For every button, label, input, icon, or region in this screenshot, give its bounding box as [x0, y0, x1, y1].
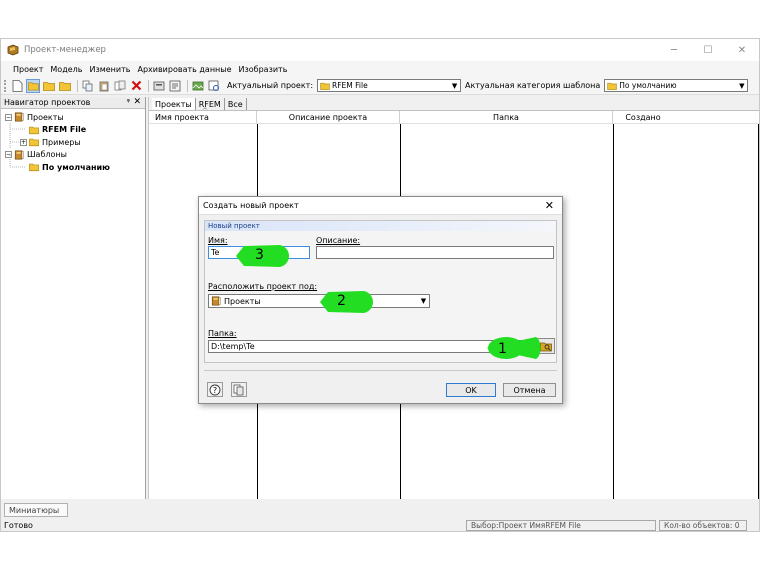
thumbnails-tab[interactable]: Миниатюры — [4, 503, 68, 517]
current-project-combo[interactable]: RFEM File ▼ — [317, 79, 462, 92]
toolbar-grip[interactable] — [4, 79, 7, 92]
project-navigator: Навигатор проектов ᵠ ✕ − Проекты RFEM Fi… — [1, 97, 146, 499]
delete-icon[interactable] — [129, 79, 143, 93]
template-category-value: По умолчанию — [619, 81, 677, 90]
duplicate-icon[interactable] — [113, 79, 127, 93]
title-bar: Проект-менеджер ─ ☐ ✕ — [1, 39, 759, 61]
close-icon[interactable]: ✕ — [133, 97, 141, 107]
tree-item-label: Примеры — [42, 137, 81, 147]
tab-rfem[interactable]: RFEM — [196, 98, 225, 110]
menu-project[interactable]: Проект — [13, 65, 43, 74]
callout-number-3: 3 — [255, 247, 264, 263]
description-label: Описание: — [316, 236, 361, 245]
toolbar: Актуальный проект: RFEM File ▼ Актуальна… — [1, 77, 759, 95]
new-project-icon[interactable] — [26, 78, 40, 93]
help-button[interactable]: ? — [207, 382, 223, 397]
close-window-button[interactable]: ✕ — [725, 39, 759, 61]
tab-projects[interactable]: Проекты — [152, 98, 196, 110]
chevron-down-icon[interactable]: ▼ — [736, 80, 747, 91]
menu-model[interactable]: Модель — [50, 65, 82, 74]
window-title: Проект-менеджер — [24, 45, 106, 55]
menu-bar: Проект Модель Изменить Архивировать данн… — [1, 61, 759, 77]
menu-view[interactable]: Изобразить — [239, 65, 288, 74]
preview-icon[interactable] — [207, 79, 221, 93]
folder-label: Папка: — [208, 329, 237, 338]
column-folder[interactable]: Папка — [400, 111, 613, 123]
details-button[interactable] — [231, 382, 247, 397]
new-file-icon[interactable] — [10, 79, 24, 93]
unarchive-icon[interactable] — [168, 79, 182, 93]
place-under-value: Проекты — [224, 296, 261, 306]
place-under-label: Расположить проект под: — [208, 282, 318, 291]
archive-icon[interactable] — [152, 79, 166, 93]
menu-edit[interactable]: Изменить — [89, 65, 130, 74]
template-category-label: Актуальная категория шаблона — [465, 81, 601, 90]
callout-arrow-2 — [320, 291, 373, 313]
image-icon[interactable] — [191, 79, 205, 93]
template-category-combo[interactable]: По умолчанию ▼ — [604, 79, 749, 92]
column-created[interactable]: Создано — [613, 111, 673, 123]
pin-icon[interactable]: ᵠ — [127, 97, 130, 106]
dialog-separator — [204, 370, 557, 371]
svg-text:?: ? — [213, 386, 217, 395]
tree-lines — [9, 123, 25, 168]
status-bar: Готово Выбор:Проект ИмяRFEM File Кол-во … — [1, 519, 759, 531]
maximize-button[interactable]: ☐ — [691, 39, 725, 61]
callout-number-2: 2 — [337, 293, 346, 309]
tab-strip: Проекты RFEM Все — [149, 97, 759, 111]
folder-icon — [320, 82, 330, 90]
menu-archive[interactable]: Архивировать данные — [137, 65, 231, 74]
copy-icon[interactable] — [81, 79, 95, 93]
name-label: Имя: — [208, 236, 228, 245]
close-icon[interactable]: ✕ — [545, 199, 554, 212]
list-header: Имя проекта Описание проекта Папка Созда… — [149, 107, 759, 124]
copy-icon — [233, 384, 244, 395]
status-selection: Выбор:Проект ИмяRFEM File — [466, 520, 656, 531]
tree-item-label: По умолчанию — [42, 162, 110, 172]
app-icon — [7, 44, 19, 56]
minimize-button[interactable]: ─ — [657, 39, 691, 61]
ok-button[interactable]: OK — [446, 383, 496, 397]
current-project-label: Актуальный проект: — [227, 81, 314, 90]
callout-arrow-1 — [486, 337, 541, 359]
sort-arrow-icon: ^ — [202, 107, 208, 115]
tree-item-label: RFEM File — [42, 125, 87, 135]
cancel-button[interactable]: Отмена — [503, 383, 556, 397]
dialog-title-bar: Создать новый проект ✕ — [199, 197, 562, 215]
dialog-title: Создать новый проект — [203, 201, 299, 210]
navigator-title: Навигатор проектов — [4, 98, 91, 107]
column-project-description[interactable]: Описание проекта — [257, 111, 400, 123]
chevron-down-icon[interactable]: ▼ — [449, 80, 460, 91]
folder-icon — [607, 82, 617, 90]
projects-book-icon — [211, 296, 221, 306]
chevron-down-icon[interactable]: ▼ — [418, 295, 429, 307]
navigator-header: Навигатор проектов ᵠ ✕ — [1, 97, 145, 109]
status-text: Готово — [4, 521, 33, 530]
current-project-value: RFEM File — [332, 81, 368, 90]
description-field[interactable] — [316, 246, 554, 259]
project-tree: − Проекты RFEM File + Примеры − Шаблоны … — [1, 109, 145, 174]
open-project-icon[interactable] — [42, 79, 56, 93]
group-title: Новый проект — [205, 221, 556, 231]
project-properties-icon[interactable] — [58, 79, 72, 93]
callout-number-1: 1 — [498, 341, 507, 357]
create-project-dialog: Создать новый проект ✕ Новый проект Имя:… — [198, 196, 563, 404]
help-icon: ? — [209, 384, 221, 395]
paste-icon[interactable] — [97, 79, 111, 93]
status-object-count: Кол-во объектов: 0 — [659, 520, 747, 531]
tab-all[interactable]: Все — [225, 98, 247, 110]
